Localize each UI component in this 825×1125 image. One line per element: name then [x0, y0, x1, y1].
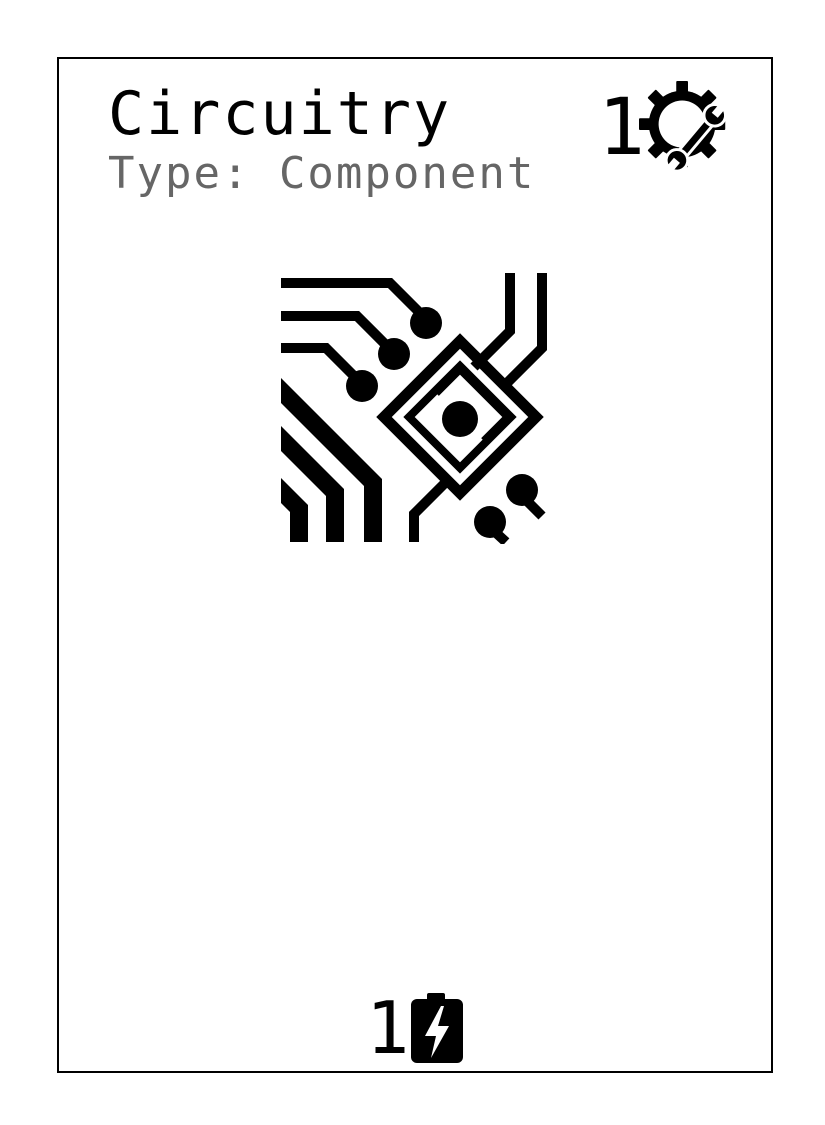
card-frame: [57, 57, 773, 1073]
card-type: Type: Component: [108, 148, 536, 199]
gear-wrench-icon: [638, 80, 727, 174]
circuit-board-icon: [281, 273, 547, 544]
build-cost-value: 1: [598, 83, 645, 173]
card-title: Circuitry: [108, 79, 452, 149]
build-cost: 1: [598, 80, 737, 176]
battery-bolt-icon: [411, 993, 464, 1063]
energy-cost-value: 1: [366, 986, 410, 1070]
energy-cost: 1: [366, 988, 465, 1068]
